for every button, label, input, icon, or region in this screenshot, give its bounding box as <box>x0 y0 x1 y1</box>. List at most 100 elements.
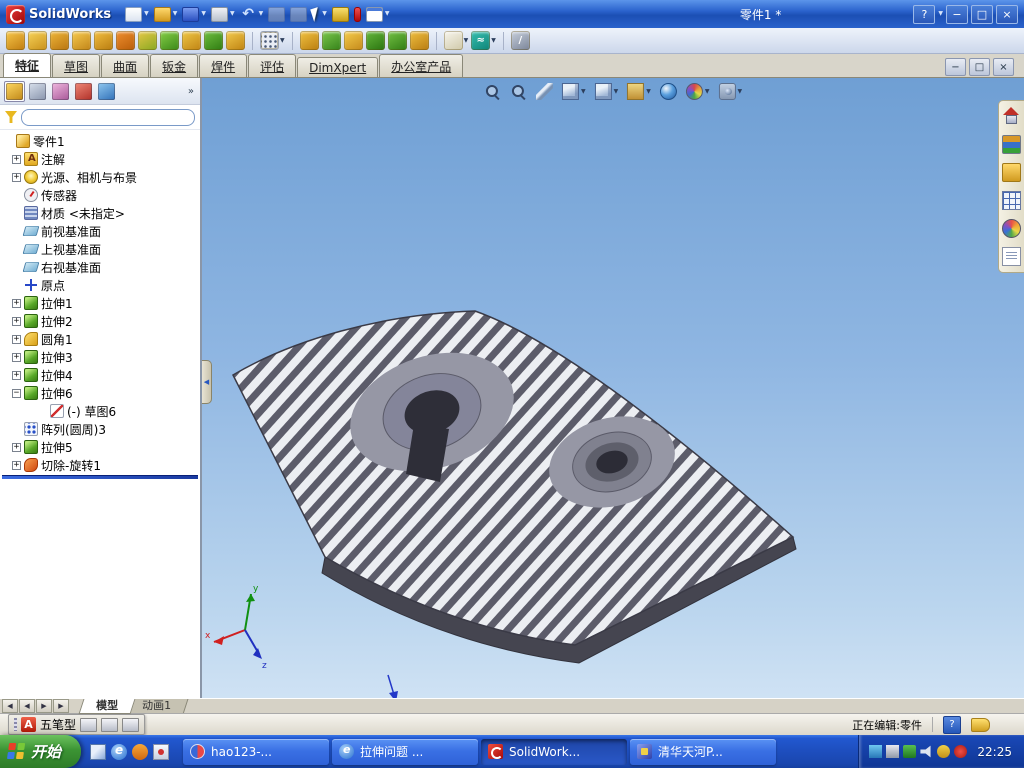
zoom-to-area-button[interactable] <box>510 83 527 100</box>
feature-tool-5-button[interactable] <box>94 31 113 50</box>
help-caret-icon[interactable]: ▼ <box>938 11 943 17</box>
paste-button[interactable] <box>290 6 308 22</box>
design-library-button[interactable] <box>1002 135 1021 154</box>
apply-scene-button[interactable]: ▼ <box>685 83 709 100</box>
tree-item-sketch6[interactable]: (-) 草图6 <box>0 402 200 420</box>
view-settings-button[interactable]: ▼ <box>718 83 742 100</box>
tree-item-extrude3[interactable]: + 拉伸3 <box>0 348 200 366</box>
internet-explorer-button[interactable] <box>111 743 128 760</box>
feature-tool-grid-button[interactable]: ▼ <box>260 31 285 50</box>
feature-tool-10-button[interactable] <box>204 31 223 50</box>
tab-evaluate[interactable]: 评估 <box>248 54 297 77</box>
maximize-button[interactable]: □ <box>971 4 993 24</box>
feature-tool-7-button[interactable] <box>138 31 157 50</box>
tab-scroll-button-1[interactable]: ◀ <box>2 699 18 713</box>
expand-toggle[interactable]: + <box>12 334 21 344</box>
configurationmanager-tab[interactable] <box>50 81 71 102</box>
network-icon[interactable] <box>937 745 951 758</box>
print-button[interactable]: ▼ <box>211 6 235 22</box>
ime-softkeyboard-icon[interactable] <box>122 717 140 732</box>
ime-keyboard-icon[interactable] <box>80 717 98 732</box>
expand-toggle[interactable]: + <box>12 172 21 182</box>
tree-item-lights-cameras-scene[interactable]: + 光源、相机与布景 <box>0 168 200 186</box>
tree-item-extrude4[interactable]: + 拉伸4 <box>0 366 200 384</box>
feature-tool-6-button[interactable] <box>116 31 135 50</box>
options-button[interactable]: ▼ <box>365 6 390 22</box>
displaymanager-tab[interactable] <box>96 81 117 102</box>
tree-item-cut-revolve1[interactable]: + 切除-旋转1 <box>0 456 200 474</box>
tree-item-front-plane[interactable]: 前视基准面 <box>0 222 200 240</box>
tab-scroll-button-4[interactable]: ▶ <box>53 699 69 713</box>
feature-tool-1-button[interactable] <box>6 31 25 50</box>
tree-item-fillet1[interactable]: + 圆角1 <box>0 330 200 348</box>
model-part1[interactable]: x y z <box>202 78 1024 698</box>
quick-tips-icon[interactable] <box>971 717 990 732</box>
hide-show-items-button[interactable]: ▼ <box>627 83 651 100</box>
ime-indicator-icon[interactable]: A <box>21 717 36 732</box>
save-button[interactable]: ▼ <box>182 6 206 22</box>
custom-properties-button[interactable] <box>1002 247 1021 266</box>
tree-item-material[interactable]: 材质 <未指定> <box>0 204 200 222</box>
show-desktop-button[interactable] <box>90 743 107 760</box>
task-button-solidworks[interactable]: SolidWork... <box>481 738 628 765</box>
feature-tool-4-button[interactable] <box>72 31 91 50</box>
file-explorer-button[interactable] <box>1002 163 1021 182</box>
appearances-scenes-button[interactable] <box>1002 219 1021 238</box>
help-button[interactable]: ? <box>913 4 936 24</box>
feature-tool-16-button[interactable] <box>387 31 407 50</box>
tab-sheet-metal[interactable]: 钣金 <box>150 54 199 77</box>
open-document-button[interactable]: ▼ <box>153 6 177 22</box>
tree-item-top-plane[interactable]: 上视基准面 <box>0 240 200 258</box>
tree-item-extrude2[interactable]: + 拉伸2 <box>0 312 200 330</box>
task-button-hao123[interactable]: hao123-... <box>183 738 330 765</box>
mail-button[interactable] <box>153 743 170 760</box>
tab-scroll-button-3[interactable]: ▶ <box>36 699 52 713</box>
doc-minimize-button[interactable]: − <box>945 58 966 76</box>
tab-model[interactable]: 模型 <box>78 698 136 714</box>
start-button[interactable]: 开始 <box>0 735 82 768</box>
tree-item-part-root[interactable]: 零件1 <box>0 132 200 150</box>
expand-toggle[interactable]: + <box>12 442 21 452</box>
view-palette-button[interactable] <box>1002 191 1021 210</box>
taskbar-clock[interactable]: 22:25 <box>977 745 1012 759</box>
feature-tool-9-button[interactable] <box>182 31 201 50</box>
ime-punctuation-icon[interactable] <box>101 717 119 732</box>
measure-button[interactable] <box>331 6 349 22</box>
antivirus-icon[interactable] <box>954 745 968 758</box>
tree-item-extrude1[interactable]: + 拉伸1 <box>0 294 200 312</box>
tree-item-extrude5[interactable]: + 拉伸5 <box>0 438 200 456</box>
speaker-icon[interactable] <box>920 745 931 758</box>
media-player-button[interactable] <box>132 743 149 760</box>
feature-tool-8-button[interactable] <box>160 31 179 50</box>
feature-tool-15-button[interactable] <box>365 31 385 50</box>
ime-icon[interactable] <box>886 745 900 758</box>
tab-scroll-button-2[interactable]: ◀ <box>19 699 35 713</box>
close-button[interactable]: × <box>996 4 1018 24</box>
panel-collapse-arrow[interactable]: ◀ <box>202 360 212 404</box>
feature-tool-17-button[interactable] <box>409 31 429 50</box>
expand-toggle[interactable]: + <box>12 154 21 164</box>
task-button-lashen-wenti[interactable]: 拉伸问题 ... <box>332 738 479 765</box>
expand-toggle[interactable]: + <box>12 352 21 362</box>
feature-tool-14-button[interactable] <box>343 31 363 50</box>
doc-restore-button[interactable]: □ <box>969 58 990 76</box>
color-swatch-button[interactable] <box>353 6 361 22</box>
tab-weldments[interactable]: 焊件 <box>199 54 248 77</box>
expand-toggle[interactable]: − <box>12 388 21 398</box>
doc-close-button[interactable]: × <box>993 58 1014 76</box>
tree-item-extrude6[interactable]: − 拉伸6 <box>0 384 200 402</box>
feature-tool-13-button[interactable] <box>321 31 341 50</box>
feature-tool-18-button[interactable]: ▼ <box>443 31 468 50</box>
minimize-button[interactable]: − <box>946 4 968 24</box>
expand-toggle[interactable]: + <box>12 370 21 380</box>
graphics-area[interactable]: x y z ▼ ▼ ▼ ▼ ▼ ◀ <box>202 78 1024 698</box>
feature-tool-2-button[interactable] <box>28 31 47 50</box>
propertymanager-tab[interactable] <box>27 81 48 102</box>
rollback-bar[interactable] <box>2 475 198 479</box>
tab-surfaces[interactable]: 曲面 <box>101 54 150 77</box>
status-help-button[interactable]: ? <box>943 715 961 734</box>
solidworks-resources-button[interactable] <box>1002 107 1021 126</box>
tab-office-products[interactable]: 办公室产品 <box>379 54 464 77</box>
tree-item-circular-pattern3[interactable]: 阵列(圆周)3 <box>0 420 200 438</box>
section-view-button[interactable] <box>535 83 553 100</box>
